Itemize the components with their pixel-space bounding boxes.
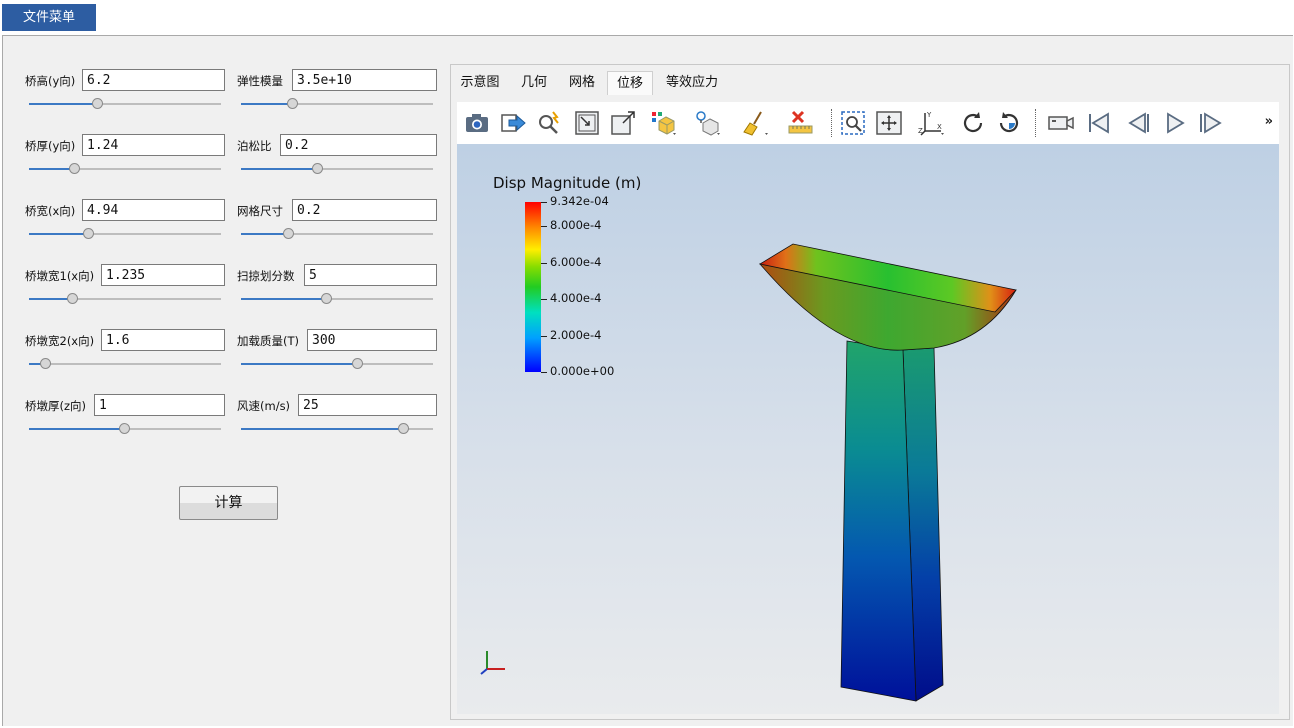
slider-handle[interactable] [321, 293, 333, 304]
param-input[interactable]: 1 [94, 394, 225, 416]
slider-fill [241, 233, 289, 235]
svg-text:Y: Y [926, 111, 932, 119]
export-icon[interactable] [499, 109, 527, 137]
param-input[interactable]: 1.6 [101, 329, 225, 351]
param-slider[interactable] [29, 423, 221, 435]
slider-fill [241, 103, 293, 105]
slider-handle[interactable] [352, 358, 364, 369]
tab-mesh[interactable]: 网格 [561, 71, 603, 95]
tab-displacement[interactable]: 位移 [607, 71, 653, 95]
param-slider[interactable] [29, 98, 221, 110]
slider-handle[interactable] [67, 293, 79, 304]
param-slider[interactable] [29, 358, 221, 370]
select-cell-icon[interactable] [609, 109, 637, 137]
next-frame-icon[interactable] [1197, 109, 1225, 137]
camera-icon[interactable] [463, 109, 491, 137]
param-label: 加载质量(T) [237, 334, 299, 348]
zoom-box-icon[interactable] [839, 109, 867, 137]
play-icon[interactable] [1161, 109, 1189, 137]
param-slider[interactable] [241, 228, 433, 240]
probe-icon[interactable] [535, 109, 563, 137]
param-label: 桥墩宽2(x向) [25, 334, 95, 348]
param-input[interactable]: 0.2 [292, 199, 437, 221]
param-input[interactable]: 300 [307, 329, 437, 351]
param-label: 桥墩厚(z向) [25, 399, 87, 413]
param-slider[interactable] [29, 228, 221, 240]
param-input[interactable]: 5 [304, 264, 437, 286]
slider-fill [29, 233, 89, 235]
clear-icon[interactable] [741, 109, 769, 137]
slider-fill [241, 428, 405, 430]
param-input[interactable]: 4.94 [82, 199, 225, 221]
slider-handle[interactable] [311, 163, 323, 174]
first-frame-icon[interactable] [1085, 109, 1113, 137]
param-input[interactable]: 1.235 [101, 264, 225, 286]
slider-handle[interactable] [119, 423, 130, 434]
param-label: 桥高(y向) [25, 74, 76, 88]
slider-handle[interactable] [283, 228, 294, 239]
rotate-cw-icon[interactable] [959, 109, 987, 137]
toolbar-overflow-icon[interactable]: » [1265, 114, 1273, 129]
param-slider[interactable] [29, 293, 221, 305]
svg-text:Z: Z [918, 127, 923, 135]
param-slider[interactable] [241, 358, 433, 370]
param-label: 扫掠划分数 [237, 269, 295, 283]
param-slider[interactable] [241, 423, 433, 435]
light-icon[interactable] [693, 109, 721, 137]
select-area-icon[interactable] [573, 109, 601, 137]
param-slider[interactable] [241, 293, 433, 305]
slider-handle[interactable] [69, 163, 81, 174]
tab-equivalent-stress[interactable]: 等效应力 [660, 71, 724, 95]
viewer: YX Z » Disp Magnitude (m) 9.342e-04 8.000… [457, 102, 1279, 714]
slider-handle[interactable] [286, 98, 298, 109]
orientation-axes-icon [480, 651, 505, 675]
representation-icon[interactable] [649, 109, 677, 137]
axes-icon[interactable]: YX Z [917, 109, 945, 137]
file-menu-button[interactable]: 文件菜单 [2, 4, 96, 31]
render-canvas[interactable]: Disp Magnitude (m) 9.342e-04 8.000e-4 6.00… [457, 144, 1279, 714]
param-label: 网格尺寸 [237, 204, 283, 218]
tab-geometry[interactable]: 几何 [513, 71, 555, 95]
slider-fill [241, 363, 359, 365]
slider-fill [241, 298, 328, 300]
param-label: 桥宽(x向) [25, 204, 76, 218]
param-label: 弹性模量 [237, 74, 283, 88]
camera-video-icon[interactable] [1047, 109, 1075, 137]
slider-fill [241, 168, 318, 170]
param-input[interactable]: 3.5e+10 [292, 69, 437, 91]
slider-handle[interactable] [92, 98, 104, 109]
param-input[interactable]: 1.24 [82, 134, 225, 156]
slider-track [29, 363, 221, 365]
result-panel: 示意图 几何 网格 位移 等效应力 Y X Z » Disp Magnitude… [450, 64, 1290, 720]
param-label: 风速(m/s) [237, 399, 291, 413]
slider-fill [29, 103, 99, 105]
toolbar-separator [1035, 109, 1036, 137]
param-input[interactable]: 25 [298, 394, 437, 416]
svg-text:X: X [937, 123, 942, 131]
slider-handle[interactable] [40, 358, 52, 369]
slider-handle[interactable] [82, 228, 94, 239]
ruler-icon[interactable] [787, 109, 815, 137]
compute-button[interactable]: 计算 [179, 486, 278, 520]
bridge-model [758, 243, 1017, 702]
slider-handle[interactable] [398, 423, 410, 434]
param-slider[interactable] [29, 163, 221, 175]
tab-schematic[interactable]: 示意图 [457, 71, 503, 95]
param-label: 桥厚(y向) [25, 139, 76, 153]
param-slider[interactable] [241, 98, 433, 110]
rotate-ccw-icon[interactable] [995, 109, 1023, 137]
param-label: 桥墩宽1(x向) [25, 269, 95, 283]
param-input[interactable]: 0.2 [280, 134, 437, 156]
fit-view-icon[interactable] [875, 109, 903, 137]
top-menu-bar: 文件菜单 [0, 0, 1294, 34]
toolbar-separator [831, 109, 832, 137]
slider-fill [29, 428, 125, 430]
param-slider[interactable] [241, 163, 433, 175]
prev-frame-icon[interactable] [1123, 109, 1151, 137]
param-label: 泊松比 [237, 139, 272, 153]
viewer-toolbar: YX Z » [457, 102, 1279, 144]
param-input[interactable]: 6.2 [82, 69, 225, 91]
